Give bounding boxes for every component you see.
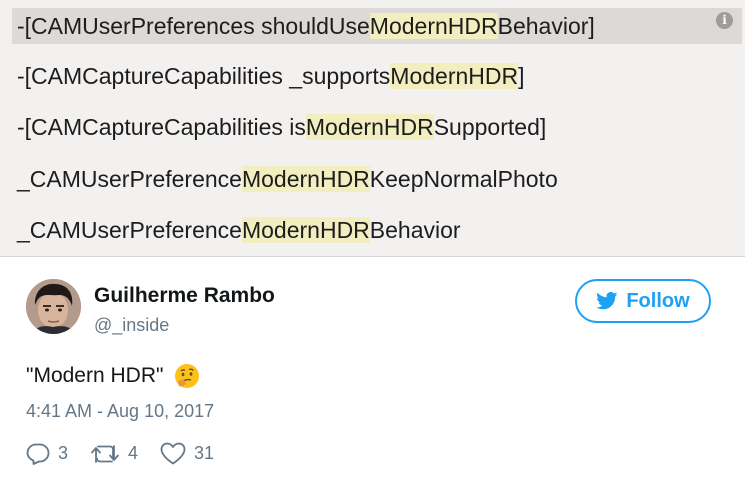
heart-icon: [160, 442, 186, 465]
result-text: Behavior: [369, 217, 461, 243]
search-results-panel: -[CAMUserPreferences shouldUseModernHDRB…: [0, 0, 745, 257]
like-count: 31: [194, 443, 215, 463]
retweet-count: 4: [128, 443, 139, 463]
like-button[interactable]: 31: [160, 442, 214, 465]
result-text: -[CAMUserPreferences shouldUse: [17, 13, 370, 39]
retweet-button[interactable]: 4: [90, 443, 138, 465]
result-text: -[CAMCaptureCapabilities _supports: [17, 63, 391, 89]
result-text: -[CAMCaptureCapabilities is: [17, 114, 306, 140]
tweet-actions: 3 4 31: [26, 442, 214, 465]
twitter-bird-icon: [596, 292, 618, 310]
result-row[interactable]: _CAMUserPreferenceModernHDRBehavior: [12, 212, 742, 248]
match-highlight: ModernHDR: [241, 166, 370, 192]
tweet-body: "Modern HDR": [26, 364, 164, 387]
author-name[interactable]: Guilherme Rambo: [94, 284, 275, 308]
result-text: _CAMUserPreference: [17, 217, 242, 243]
match-highlight: ModernHDR: [390, 63, 519, 89]
result-text: Supported]: [433, 114, 547, 140]
thinking-face-emoji: [175, 364, 200, 388]
reply-icon: [26, 443, 50, 465]
result-text: Behavior]: [497, 13, 595, 39]
follow-button[interactable]: Follow: [575, 279, 711, 323]
result-row[interactable]: -[CAMCaptureCapabilities isModernHDRSupp…: [12, 109, 742, 145]
reply-button[interactable]: 3: [26, 443, 68, 465]
result-text: _CAMUserPreference: [17, 166, 242, 192]
match-highlight: ModernHDR: [241, 217, 370, 243]
tweet-timestamp[interactable]: 4:41 AM - Aug 10, 2017: [26, 401, 214, 422]
info-icon[interactable]: i: [716, 12, 733, 29]
tweet-text: "Modern HDR": [26, 362, 201, 390]
author-handle[interactable]: @_inside: [94, 315, 169, 336]
match-highlight: ModernHDR: [305, 114, 434, 140]
result-text: KeepNormalPhoto: [369, 166, 558, 192]
avatar[interactable]: [26, 279, 81, 334]
retweet-icon: [91, 444, 119, 463]
result-row[interactable]: _CAMUserPreferenceModernHDRKeepNormalPho…: [12, 161, 742, 197]
result-text: ]: [518, 63, 525, 89]
match-highlight: ModernHDR: [369, 13, 498, 39]
follow-label: Follow: [626, 289, 690, 312]
tweet-card: Guilherme Rambo @_inside Follow "Modern …: [0, 257, 745, 491]
reply-count: 3: [58, 443, 69, 463]
result-row[interactable]: -[CAMCaptureCapabilities _supportsModern…: [12, 58, 742, 94]
result-row[interactable]: -[CAMUserPreferences shouldUseModernHDRB…: [12, 8, 742, 44]
